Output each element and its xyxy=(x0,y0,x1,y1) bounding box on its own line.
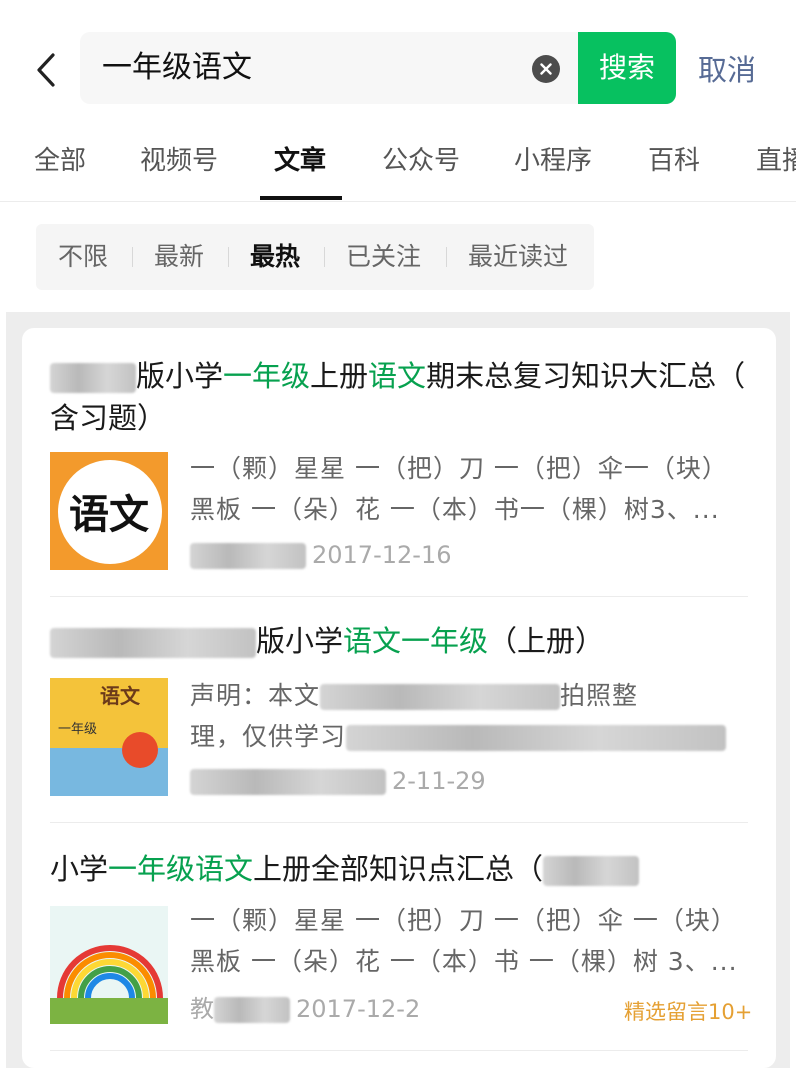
result-summary: 一（颗）星星 一（把）刀 一（把）伞一（块） 黑板 一（朵）花 一（本）书一（棵… xyxy=(190,454,728,524)
tab-encyclopedia[interactable]: 百科 xyxy=(648,140,700,177)
result-divider xyxy=(50,822,748,823)
search-button[interactable]: 搜索 xyxy=(578,32,676,104)
result-thumbnail[interactable]: 语文 xyxy=(50,452,168,570)
featured-comments-badge: 精选留言10+ xyxy=(624,1000,753,1024)
filter-divider xyxy=(324,247,325,267)
redacted-source xyxy=(190,769,386,795)
redacted-text xyxy=(50,363,136,393)
filter-latest[interactable]: 最新 xyxy=(154,224,204,290)
thumbnail-label: 语文 xyxy=(69,491,149,538)
redacted-source xyxy=(190,543,306,569)
filter-recently-read[interactable]: 最近读过 xyxy=(468,224,568,290)
category-tabs: 全部 视频号 文章 公众号 小程序 百科 直播 xyxy=(0,112,796,202)
search-header: 一年级语文 搜索 取消 xyxy=(0,0,796,112)
result-date: 2017-12-2 xyxy=(296,995,421,1023)
redacted-text xyxy=(50,628,256,658)
result-date: 2017-12-16 xyxy=(312,541,452,569)
result-divider xyxy=(50,596,748,597)
result-summary: 声明：本文 拍照整 理，仅供学习 xyxy=(190,675,750,757)
redacted-text xyxy=(320,684,561,710)
filter-divider xyxy=(132,247,133,267)
tab-all[interactable]: 全部 xyxy=(34,140,86,177)
sort-filter-bar: 不限 最新 最热 已关注 最近读过 xyxy=(36,224,594,290)
active-tab-indicator xyxy=(260,196,342,200)
result-meta: 教 2017-12-2 xyxy=(190,995,421,1023)
back-button[interactable] xyxy=(28,48,64,92)
tab-mini-programs[interactable]: 小程序 xyxy=(514,140,592,177)
result-thumbnail[interactable]: 语文 一年级 xyxy=(50,678,168,796)
rainbow-illustration-icon xyxy=(50,945,168,1024)
tab-articles[interactable]: 文章 xyxy=(274,140,326,177)
result-summary: 一（颗）星星 一（把）刀 一（把）伞 一（块） 黑板 一（朵）花 一（本）书 一… xyxy=(190,906,738,976)
result-title[interactable]: 版小学语文一年级（上册） xyxy=(50,620,750,662)
thumbnail-sublabel: 一年级 xyxy=(58,722,98,737)
redacted-source xyxy=(214,997,290,1023)
result-thumbnail[interactable] xyxy=(50,906,168,1024)
tab-official-accounts[interactable]: 公众号 xyxy=(382,140,460,177)
result-title[interactable]: 小学一年级语文上册全部知识点汇总（ xyxy=(50,848,750,890)
result-meta: 2017-12-16 xyxy=(190,538,451,572)
tab-channels[interactable]: 视频号 xyxy=(140,140,218,177)
result-divider xyxy=(50,1050,748,1051)
filter-unlimited[interactable]: 不限 xyxy=(58,224,108,290)
tab-live[interactable]: 直播 xyxy=(756,140,796,177)
result-date: 2-11-29 xyxy=(392,767,486,795)
result-meta: 2-11-29 xyxy=(190,764,486,798)
search-box[interactable]: 一年级语文 搜索 xyxy=(80,32,676,104)
clear-button[interactable] xyxy=(532,55,560,83)
search-input[interactable]: 一年级语文 xyxy=(102,32,252,104)
filter-divider xyxy=(446,247,447,267)
chevron-left-icon xyxy=(37,53,55,87)
redacted-text xyxy=(543,856,640,886)
cancel-button[interactable]: 取消 xyxy=(698,48,756,92)
thumbnail-label: 语文 xyxy=(100,684,140,708)
filter-divider xyxy=(228,247,229,267)
filter-followed[interactable]: 已关注 xyxy=(346,224,421,290)
filter-hottest[interactable]: 最热 xyxy=(250,224,300,290)
close-icon xyxy=(540,63,552,75)
redacted-text xyxy=(346,725,727,751)
result-title[interactable]: 版小学一年级上册语文期末总复习知识大汇总（ 含习题） xyxy=(50,355,750,439)
